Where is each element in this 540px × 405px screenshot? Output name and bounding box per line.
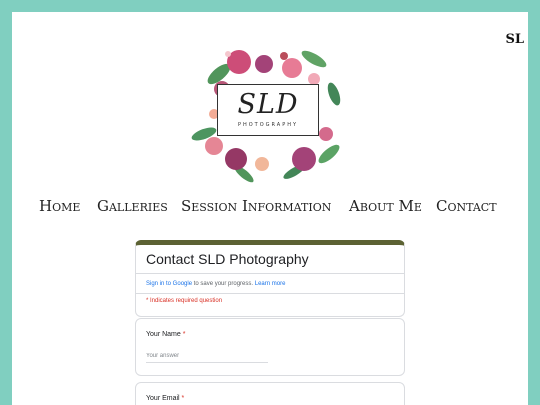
form-header-card: Contact SLD Photography Sign in to Googl… [135,240,405,317]
question-label: Your Name * [146,331,185,338]
question-card-name: Your Name * [135,318,405,376]
required-note: * Indicates required question [146,298,223,304]
logo-subtitle: PHOTOGRAPHY [237,122,299,128]
learn-more-link[interactable]: Learn more [255,281,286,287]
nav-home[interactable]: Home [39,197,80,215]
corner-mark: SL [505,32,524,47]
divider [136,273,404,274]
nav-galleries[interactable]: Galleries [97,197,168,215]
signin-line: Sign in to Google to save your progress.… [146,281,285,287]
page-container: SL SLD PHOTOGRAPHY Home Galleries Sessio… [12,12,528,405]
divider [136,293,404,294]
required-star: * [182,331,186,338]
signin-text: to save your progress. [192,281,255,287]
nav-session-information[interactable]: Session Information [181,197,331,215]
question-label-text: Your Name [146,331,181,338]
logo-box: SLD PHOTOGRAPHY [217,84,319,136]
nav-contact[interactable]: Contact [436,197,497,215]
signin-link[interactable]: Sign in to Google [146,281,192,287]
required-star: * [181,395,185,402]
logo-title: SLD [237,89,299,120]
nav-about-me[interactable]: About Me [349,197,422,215]
question-label-text: Your Email [146,395,180,402]
question-label: Your Email * [146,395,184,402]
name-input[interactable] [146,350,268,363]
form-title: Contact SLD Photography [146,251,309,267]
question-card-email: Your Email * [135,382,405,405]
